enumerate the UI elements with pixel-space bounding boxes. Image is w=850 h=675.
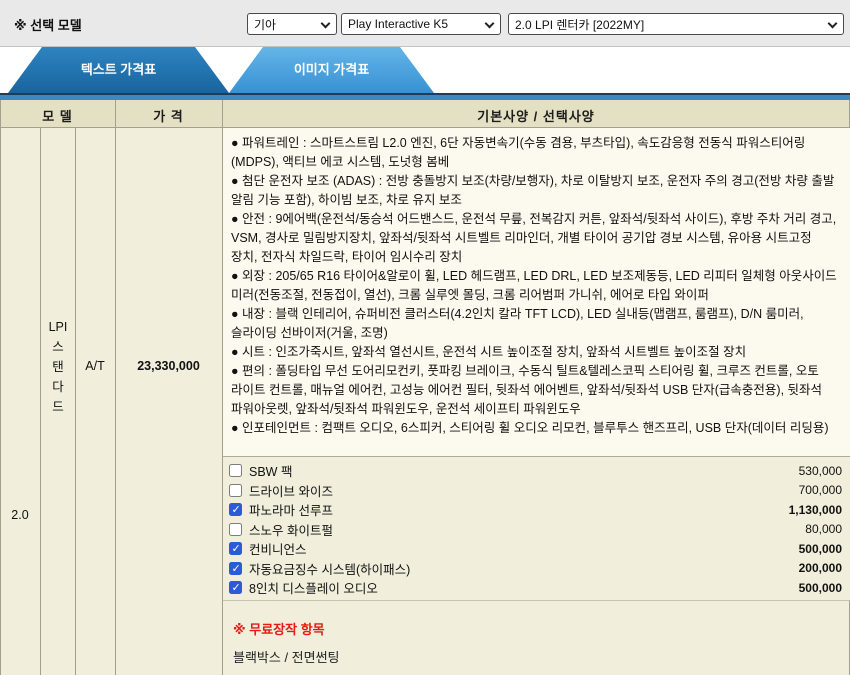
maker-select-value: 기아	[254, 16, 276, 33]
option-row: 자동요금징수 시스템(하이패스) 200,000	[229, 559, 842, 579]
spec-infotainment: ● 인포테인먼트 : 컴팩트 오디오, 6스피커, 스티어링 휠 오디오 리모컨…	[231, 419, 840, 438]
option-label: 자동요금징수 시스템(하이패스)	[249, 559, 410, 578]
model-select-value: Play Interactive K5	[348, 17, 448, 31]
option-row: SBW 팩 530,000	[229, 461, 842, 481]
spec-interior: ● 내장 : 블랙 인테리어, 슈퍼비전 클러스터(4.2인치 칼라 TFT L…	[231, 305, 840, 343]
column-header-price: 가 격	[115, 106, 222, 125]
spec-convenience: ● 편의 : 폴딩타입 무선 도어리모컨키, 풋파킹 브레이크, 수동식 틸트&…	[231, 362, 840, 419]
option-row: 드라이브 와이즈 700,000	[229, 481, 842, 501]
spec-powertrain: ● 파워트레인 : 스마트스트림 L2.0 엔진, 6단 자동변속기(수동 겸용…	[231, 134, 840, 172]
option-checkbox[interactable]	[229, 484, 242, 497]
header-divider	[115, 100, 116, 128]
option-price: 700,000	[799, 483, 842, 497]
option-price: 530,000	[799, 464, 842, 478]
option-label: 8인치 디스플레이 오디오	[249, 578, 378, 597]
option-label: 파노라마 선루프	[249, 500, 333, 519]
option-checkbox[interactable]	[229, 581, 242, 594]
option-list: SBW 팩 530,000 드라이브 와이즈 700,000 파노라마 선루프 …	[223, 456, 850, 601]
option-row: 8인치 디스플레이 오디오 500,000	[229, 578, 842, 598]
option-price: 500,000	[799, 542, 842, 556]
column-divider	[75, 128, 76, 675]
option-label: 컨비니언스	[249, 539, 307, 558]
option-row: 스노우 화이트펄 80,000	[229, 520, 842, 540]
chevron-down-icon	[485, 19, 495, 29]
option-price: 1,130,000	[789, 503, 842, 517]
select-model-label: ※ 선택 모델	[14, 15, 82, 34]
free-items-text: 블랙박스 / 전면썬팅	[233, 647, 340, 666]
option-label: SBW 팩	[249, 461, 292, 480]
option-price: 200,000	[799, 561, 842, 575]
trim-select[interactable]: 2.0 LPI 렌터카 [2022MY]	[508, 13, 844, 35]
option-checkbox[interactable]	[229, 464, 242, 477]
price-cell: 23,330,000	[115, 359, 222, 373]
option-checkbox[interactable]	[229, 562, 242, 575]
model-select[interactable]: Play Interactive K5	[341, 13, 501, 35]
header-divider	[222, 100, 223, 128]
trim-cell: LPI 스 탠 다 드	[41, 317, 75, 417]
option-checkbox[interactable]	[229, 542, 242, 555]
option-row: 파노라마 선루프 1,130,000	[229, 500, 842, 520]
option-price: 80,000	[805, 522, 842, 536]
trim-select-value: 2.0 LPI 렌터카 [2022MY]	[515, 16, 644, 33]
maker-select[interactable]: 기아	[247, 13, 337, 35]
option-row: 컨비니언스 500,000	[229, 539, 842, 559]
tab-image-price-table[interactable]: 이미지 가격표	[229, 47, 434, 93]
price-table-tabs: 텍스트 가격표 이미지 가격표	[0, 47, 850, 93]
spec-safety: ● 안전 : 9에어백(운전석/동승석 어드밴스드, 운전석 무릎, 전복감지 …	[231, 210, 840, 267]
spec-cell: ● 파워트레인 : 스마트스트림 L2.0 엔진, 6단 자동변속기(수동 겸용…	[223, 128, 850, 456]
transmission-cell: A/T	[75, 359, 115, 373]
option-checkbox[interactable]	[229, 503, 242, 516]
tab-text-price-table[interactable]: 텍스트 가격표	[8, 47, 229, 93]
table-border-left	[0, 100, 1, 675]
column-header-model: 모 델	[0, 106, 115, 125]
spec-seat: ● 시트 : 인조가죽시트, 앞좌석 열선시트, 운전석 시트 높이조절 장치,…	[231, 343, 840, 362]
column-header-spec: 기본사양 / 선택사양	[222, 106, 850, 125]
option-label: 드라이브 와이즈	[249, 481, 333, 500]
chevron-down-icon	[828, 19, 838, 29]
engine-cell: 2.0	[0, 508, 40, 522]
spec-exterior: ● 외장 : 205/65 R16 타이어&알로이 휠, LED 헤드램프, L…	[231, 267, 840, 305]
free-items-title: ※ 무료장작 항목	[233, 619, 325, 638]
option-checkbox[interactable]	[229, 523, 242, 536]
chevron-down-icon	[321, 19, 331, 29]
option-price: 500,000	[799, 581, 842, 595]
option-label: 스노우 화이트펄	[249, 520, 333, 539]
spec-adas: ● 첨단 운전자 보조 (ADAS) : 전방 충돌방지 보조(차량/보행자),…	[231, 172, 840, 210]
column-divider	[115, 128, 116, 675]
